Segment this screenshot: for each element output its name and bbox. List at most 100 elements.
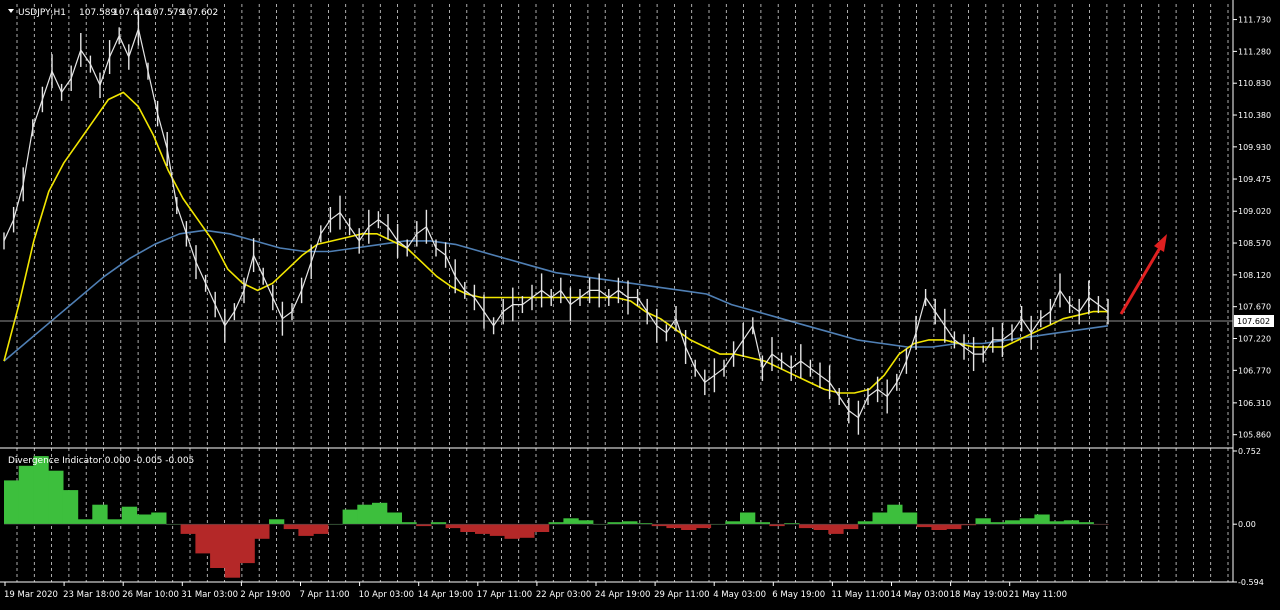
- indicator-bar: [48, 470, 64, 525]
- time-tick-label: 23 Mar 18:00: [63, 590, 120, 600]
- time-tick-label: 7 Apr 11:00: [300, 590, 350, 600]
- indicator-bar: [33, 456, 49, 525]
- indicator-bar: [445, 524, 461, 529]
- time-tick-label: 14 Apr 19:00: [418, 590, 473, 600]
- price-tick-label: 105.860: [1238, 431, 1271, 440]
- indicator-bar: [4, 480, 20, 525]
- indicator-bar: [430, 522, 447, 525]
- time-tick-label: 6 May 19:00: [772, 590, 825, 600]
- time-tick-label: 17 Apr 11:00: [477, 590, 532, 600]
- indicator-bar: [813, 524, 829, 530]
- indicator-bar: [254, 524, 270, 539]
- indicator-bar: [946, 524, 962, 530]
- indicator-bar: [1019, 518, 1035, 525]
- time-tick-label: 11 May 11:00: [831, 590, 889, 600]
- time-tick-label: 18 May 19:00: [950, 590, 1008, 600]
- indicator-bar: [77, 519, 93, 525]
- indicator-bar: [872, 512, 888, 525]
- price-tick-label: 107.220: [1238, 335, 1271, 344]
- price-tick-label: 111.280: [1238, 47, 1271, 56]
- price-tick-label: 109.020: [1238, 207, 1271, 216]
- indicator-bar: [843, 524, 859, 530]
- time-tick-label: 10 Apr 03:00: [359, 590, 414, 600]
- indicator-bar: [887, 504, 903, 525]
- time-tick-label: 31 Mar 03:00: [181, 590, 238, 600]
- indicator-bar: [239, 524, 255, 564]
- indicator-bar: [990, 522, 1006, 525]
- indicator-bar: [695, 524, 712, 529]
- indicator-bar: [18, 465, 34, 525]
- price-tick-label: 110.830: [1238, 79, 1271, 88]
- indicator-bar: [1063, 520, 1080, 525]
- indicator-bar: [607, 522, 623, 525]
- indicator-bar: [489, 524, 506, 536]
- indicator-bar: [622, 521, 638, 525]
- indicator-bar: [578, 520, 594, 525]
- header-low: 107.579: [147, 8, 184, 18]
- indicator-bar: [136, 514, 152, 525]
- header-close: 107.602: [181, 8, 218, 18]
- price-tick-label: 106.770: [1238, 366, 1271, 375]
- indicator-bar: [1005, 520, 1021, 525]
- indicator-tick-label: 0.752: [1238, 447, 1261, 456]
- indicator-bar: [372, 502, 388, 525]
- header-open: 107.589: [79, 8, 116, 18]
- indicator-bar: [151, 512, 167, 525]
- indicator-bar: [195, 524, 211, 554]
- indicator-bar: [357, 504, 373, 525]
- indicator-bar: [725, 521, 741, 525]
- indicator-bar: [740, 512, 756, 525]
- trading-chart: 111.730 111.280 110.830 110.380 109.930 109.4…: [0, 0, 1280, 606]
- indicator-bar: [563, 518, 579, 525]
- time-tick-label: 22 Apr 03:00: [536, 590, 591, 600]
- indicator-bar: [975, 518, 991, 525]
- indicator-bar: [283, 524, 299, 530]
- time-tick-label: 14 May 03:00: [891, 590, 949, 600]
- indicator-bar: [901, 512, 918, 525]
- indicator-bar: [931, 524, 947, 530]
- time-tick-label: 4 May 03:00: [713, 590, 766, 600]
- indicator-tick-label: 0.00: [1238, 520, 1256, 529]
- indicator-bar: [401, 522, 417, 525]
- indicator-bar: [62, 490, 79, 525]
- indicator-bar: [180, 524, 196, 534]
- indicator-bar: [1034, 514, 1050, 525]
- indicator-title: Divergence Indicator 0.000 -0.005 -0.005: [8, 456, 194, 466]
- indicator-bar: [386, 512, 402, 525]
- indicator-bar: [460, 524, 476, 532]
- indicator-bar: [666, 524, 682, 529]
- price-tick-label: 108.120: [1238, 271, 1271, 280]
- indicator-bar: [681, 524, 697, 530]
- indicator-bar: [1078, 522, 1094, 525]
- indicator-tick-label: -0.594: [1238, 578, 1264, 587]
- indicator-bar: [798, 524, 815, 529]
- price-tick-label: 109.475: [1238, 175, 1271, 184]
- indicator-bar: [224, 524, 241, 578]
- indicator-bar: [298, 524, 314, 536]
- time-tick-label: 2 Apr 19:00: [240, 590, 290, 600]
- indicator-bar: [1049, 521, 1065, 525]
- price-tick-label: 106.310: [1238, 399, 1271, 408]
- price-tick-label: 109.930: [1238, 143, 1271, 152]
- indicator-bar: [475, 524, 491, 534]
- current-price-label: 107.602: [1237, 317, 1270, 326]
- price-tick-label: 108.570: [1238, 239, 1271, 248]
- time-tick-label: 19 Mar 2020: [4, 590, 58, 600]
- indicator-bar: [519, 524, 535, 538]
- price-tick-label: 110.380: [1238, 111, 1271, 120]
- indicator-bar: [313, 524, 329, 534]
- indicator-bar: [269, 519, 285, 525]
- price-tick-label: 107.670: [1238, 303, 1271, 312]
- indicator-bar: [828, 524, 844, 534]
- time-tick-label: 26 Mar 10:00: [122, 590, 179, 600]
- chart-svg: 111.730 111.280 110.830 110.380 109.930 109.4…: [0, 0, 1280, 606]
- header-symbol: USDJPY,H1: [18, 8, 66, 18]
- indicator-bar: [533, 524, 550, 532]
- indicator-bar: [754, 522, 770, 525]
- indicator-bar: [342, 509, 358, 525]
- indicator-bar: [121, 506, 138, 525]
- time-tick-label: 24 Apr 19:00: [595, 590, 650, 600]
- time-tick-label: 29 Apr 11:00: [654, 590, 709, 600]
- indicator-bar: [504, 524, 520, 539]
- price-tick-label: 111.730: [1238, 16, 1271, 25]
